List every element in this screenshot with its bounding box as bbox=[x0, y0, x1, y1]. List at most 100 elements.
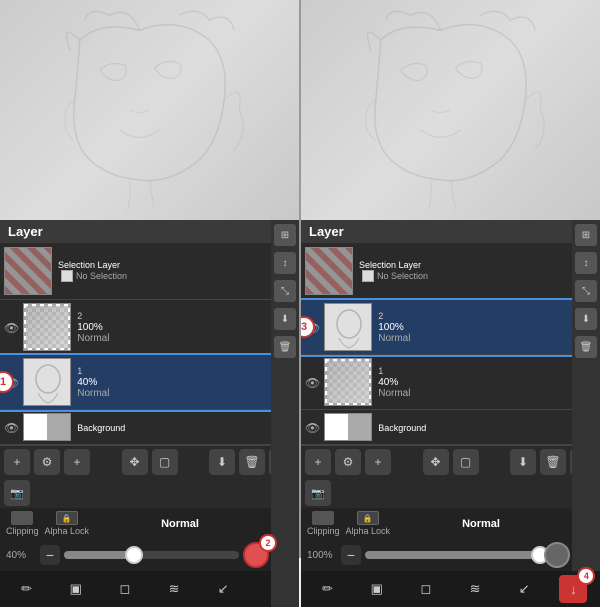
tool-down1-right[interactable]: ↙ bbox=[510, 575, 538, 603]
select-btn-right[interactable]: ▢ bbox=[453, 449, 479, 475]
layer-header-right: Layer bbox=[301, 220, 600, 243]
layer1-opacity-left: 40% bbox=[77, 377, 97, 388]
side-icon-trash[interactable]: 🗑 bbox=[274, 336, 296, 358]
layer-header-text-right: Layer bbox=[309, 224, 344, 239]
side-icon-transform[interactable]: ⤡ bbox=[274, 280, 296, 302]
bottom-toolbar-right: + ⚙ + ✥ ▢ ⬇ 🗑 ⋮ bbox=[301, 445, 600, 478]
down-btn-right[interactable]: ⬇ bbox=[510, 449, 536, 475]
side-icons-left: ⊞ ↕ ⤡ ⬇ 🗑 bbox=[271, 220, 299, 607]
layer1-blend-right: Normal bbox=[378, 388, 568, 399]
layer2-opacity-left: 100% bbox=[77, 322, 103, 333]
tool-erase-right[interactable]: ◻ bbox=[412, 575, 440, 603]
bg-thumb-right bbox=[324, 413, 372, 441]
clipping-label-right: Clipping bbox=[307, 526, 340, 536]
tool-brush-right[interactable]: ✏ bbox=[314, 575, 342, 603]
bottom-icon-row-left: ✏ ▣ ◻ ≋ ↙ ↓ bbox=[0, 571, 299, 607]
layer2-blend-left: Normal bbox=[77, 333, 267, 344]
camera-btn-right[interactable]: 📷 bbox=[305, 480, 331, 506]
mode-label-left: Normal bbox=[95, 518, 265, 530]
opacity-slider-row-left: 40% − 2 + bbox=[0, 539, 299, 571]
select-btn[interactable]: ▢ bbox=[152, 449, 178, 475]
layer1-eye-right[interactable] bbox=[305, 374, 320, 390]
side-icon-move-right[interactable]: ↕ bbox=[575, 252, 597, 274]
down-btn[interactable]: ⬇ bbox=[209, 449, 235, 475]
tool-erase-left[interactable]: ◻ bbox=[111, 575, 139, 603]
bg-label-right: Background bbox=[378, 423, 426, 433]
layer2-thumb-left bbox=[23, 303, 71, 351]
layer1-opacity-right: 40% bbox=[378, 377, 398, 388]
add-layer2-btn[interactable]: + bbox=[64, 449, 90, 475]
camera-btn[interactable]: 📷 bbox=[4, 480, 30, 506]
add-layer-btn[interactable]: + bbox=[4, 449, 30, 475]
layer-list-right: Selection Layer No Selection 3 bbox=[301, 243, 600, 445]
layer2-thumb-right bbox=[324, 303, 372, 351]
layer1-num-right: 1 bbox=[378, 366, 568, 376]
bottom-toolbar-left: + ⚙ + ✥ ▢ ⬇ 🗑 ⋮ bbox=[0, 445, 299, 478]
layer-panel-right: Layer Selection Layer No Selection 3 bbox=[301, 220, 600, 607]
layer1-thumb-left bbox=[23, 358, 71, 406]
side-icon-transform-right[interactable]: ⤡ bbox=[575, 280, 597, 302]
selection-layer-row-right[interactable]: Selection Layer No Selection bbox=[301, 243, 600, 300]
selection-checkbox[interactable] bbox=[61, 270, 73, 282]
alpha-lock-label-left: Alpha Lock bbox=[45, 526, 90, 536]
layer2-row-right[interactable]: 3 2 100% Normal bbox=[301, 300, 600, 355]
side-icon-down[interactable]: ⬇ bbox=[274, 308, 296, 330]
add-layer-btn-right[interactable]: + bbox=[305, 449, 331, 475]
bg-eye-right[interactable] bbox=[305, 419, 320, 435]
clipping-label-left: Clipping bbox=[6, 526, 39, 536]
layer-header-text: Layer bbox=[8, 224, 43, 239]
opacity-minus-left[interactable]: − bbox=[40, 545, 60, 565]
opacity-pct-left: 40% bbox=[6, 550, 36, 561]
mode-label-right: Normal bbox=[396, 518, 566, 530]
side-icon-top-right[interactable]: ⊞ bbox=[575, 224, 597, 246]
tool-down1-left[interactable]: ↙ bbox=[209, 575, 237, 603]
tool-fill-right[interactable]: ▣ bbox=[363, 575, 391, 603]
add-layer2-btn-right[interactable]: + bbox=[365, 449, 391, 475]
bg-eye-left[interactable] bbox=[4, 419, 19, 435]
opacity-pct-right: 100% bbox=[307, 550, 337, 561]
selection-layer-row-left[interactable]: Selection Layer No Selection ⋮ bbox=[0, 243, 299, 300]
circle-btn-right[interactable] bbox=[544, 542, 570, 568]
settings-btn[interactable]: ⚙ bbox=[34, 449, 60, 475]
move-btn[interactable]: ✥ bbox=[122, 449, 148, 475]
alpha-lock-label-right: Alpha Lock bbox=[346, 526, 391, 536]
trash-btn[interactable]: 🗑 bbox=[239, 449, 265, 475]
layer1-row-left[interactable]: 1 1 40% Normal bbox=[0, 355, 299, 410]
layer1-thumb-right bbox=[324, 358, 372, 406]
slider-thumb-left[interactable] bbox=[125, 546, 143, 564]
layer2-blend-right: Normal bbox=[378, 333, 568, 344]
tool-brush-left[interactable]: ✏ bbox=[13, 575, 41, 603]
canvas-area-left bbox=[0, 0, 299, 220]
layer-list-left: Selection Layer No Selection ⋮ 2 1 bbox=[0, 243, 299, 445]
side-icons-right: ⊞ ↕ ⤡ ⬇ 🗑 bbox=[572, 220, 600, 607]
opacity-slider-row-right: 100% − + bbox=[301, 539, 600, 571]
selection-layer-thumb-right bbox=[305, 247, 353, 295]
layer2-num-right: 2 bbox=[378, 311, 568, 321]
layer1-row-right[interactable]: 1 40% Normal bbox=[301, 355, 600, 410]
selection-layer-name-right: Selection Layer bbox=[359, 260, 568, 271]
move-btn-right[interactable]: ✥ bbox=[423, 449, 449, 475]
layer2-row-left[interactable]: 2 100% Normal bbox=[0, 300, 299, 355]
settings-btn-right[interactable]: ⚙ bbox=[335, 449, 361, 475]
clipping-row-right: Clipping 🔒 Alpha Lock Normal ▲ bbox=[301, 508, 600, 539]
bg-thumb-left bbox=[23, 413, 71, 441]
selection-layer-thumb bbox=[4, 247, 52, 295]
layer2-eye-left[interactable] bbox=[4, 319, 19, 335]
no-selection-label: No Selection bbox=[76, 271, 127, 281]
bg-row-right[interactable]: Background bbox=[301, 410, 600, 445]
tool-smudge-left[interactable]: ≋ bbox=[160, 575, 188, 603]
bg-row-left[interactable]: Background bbox=[0, 410, 299, 445]
bottom-icon-row-right: ✏ ▣ ◻ ≋ ↙ ↓ 4 bbox=[301, 571, 600, 607]
side-icon-trash-right[interactable]: 🗑 bbox=[575, 336, 597, 358]
side-icon-top[interactable]: ⊞ bbox=[274, 224, 296, 246]
selection-checkbox-right[interactable] bbox=[362, 270, 374, 282]
side-icon-down-right[interactable]: ⬇ bbox=[575, 308, 597, 330]
layer-panel-left: Layer Selection Layer No Selection ⋮ bbox=[0, 220, 299, 607]
layer2-num-left: 2 bbox=[77, 311, 267, 321]
trash-btn-right[interactable]: 🗑 bbox=[540, 449, 566, 475]
selection-layer-name: Selection Layer bbox=[58, 260, 267, 271]
opacity-minus-right[interactable]: − bbox=[341, 545, 361, 565]
side-icon-move[interactable]: ↕ bbox=[274, 252, 296, 274]
tool-fill-left[interactable]: ▣ bbox=[62, 575, 90, 603]
tool-smudge-right[interactable]: ≋ bbox=[461, 575, 489, 603]
